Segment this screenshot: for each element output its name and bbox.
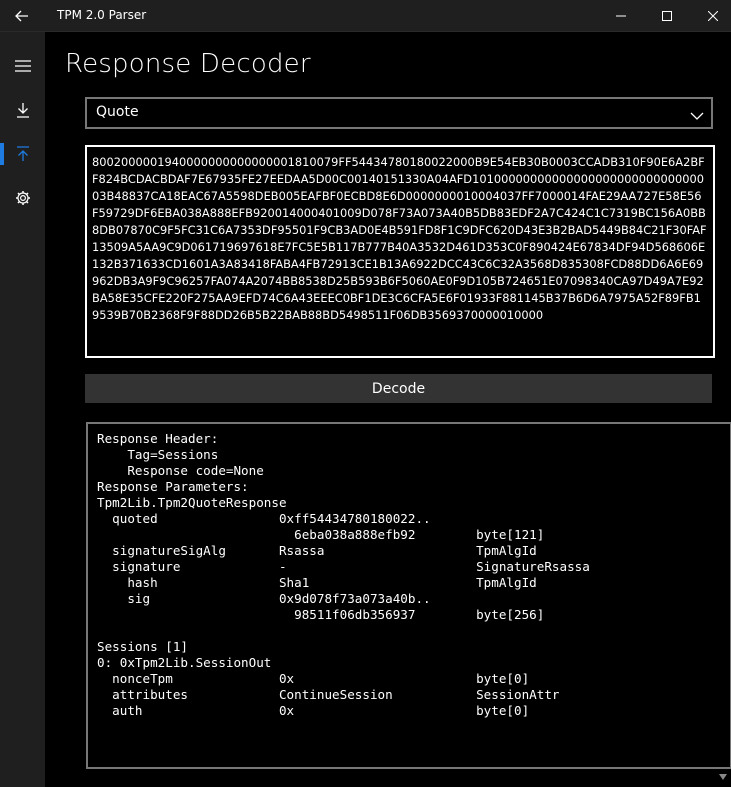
chevron-down-icon bbox=[690, 105, 704, 124]
response-hex-text: 8002000001940000000000000001810079FF5443… bbox=[92, 155, 707, 322]
main-content: Response Decoder Quote 80020000019400000… bbox=[45, 32, 731, 787]
scroll-down-arrow[interactable] bbox=[719, 765, 727, 784]
minimize-icon bbox=[616, 15, 626, 16]
response-hex-input[interactable]: 8002000001940000000000000001810079FF5443… bbox=[85, 145, 715, 358]
back-button[interactable] bbox=[0, 0, 44, 31]
maximize-icon bbox=[662, 10, 672, 21]
page-title: Response Decoder bbox=[65, 49, 311, 79]
dropdown-selected-value: Quote bbox=[96, 104, 139, 120]
decoded-output-text: Response Header: Tag=Sessions Response c… bbox=[97, 431, 590, 718]
maximize-button[interactable] bbox=[644, 0, 690, 31]
download-icon bbox=[16, 103, 29, 118]
nav-item-settings[interactable] bbox=[0, 182, 45, 214]
decoded-output-box[interactable]: Response Header: Tag=Sessions Response c… bbox=[86, 422, 731, 769]
nav-item-response-decoder[interactable] bbox=[0, 138, 45, 170]
nav-item-command-decoder[interactable] bbox=[0, 94, 45, 126]
minimize-button[interactable] bbox=[598, 0, 644, 31]
window-title: TPM 2.0 Parser bbox=[57, 8, 147, 22]
hamburger-icon bbox=[14, 60, 31, 72]
decode-button[interactable]: Decode bbox=[85, 374, 712, 403]
back-arrow-icon bbox=[15, 10, 28, 21]
title-bar: TPM 2.0 Parser bbox=[0, 0, 731, 32]
close-icon bbox=[708, 10, 718, 21]
gear-icon bbox=[15, 191, 30, 205]
close-button[interactable] bbox=[690, 0, 731, 31]
nav-rail bbox=[0, 32, 45, 787]
upload-icon bbox=[16, 146, 29, 161]
hamburger-button[interactable] bbox=[0, 50, 45, 82]
scroll-down-icon bbox=[719, 774, 727, 780]
command-type-dropdown[interactable]: Quote bbox=[85, 97, 713, 129]
